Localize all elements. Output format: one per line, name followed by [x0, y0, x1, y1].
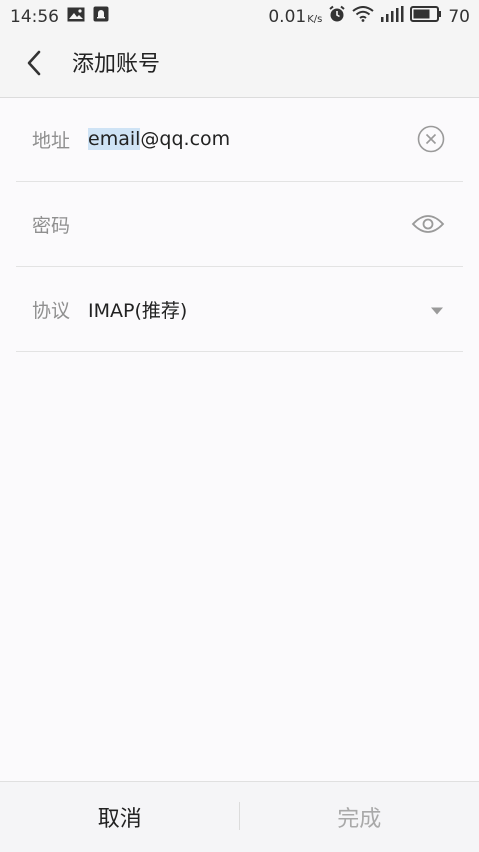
- status-time: 14:56: [10, 6, 59, 27]
- eye-icon[interactable]: [411, 213, 445, 235]
- battery-level: 70: [448, 6, 470, 27]
- page-title: 添加账号: [72, 52, 161, 77]
- dropdown-arrow-icon[interactable]: [431, 300, 443, 319]
- clear-icon[interactable]: [417, 125, 445, 153]
- address-row: 地址 email@qq.com: [16, 97, 463, 182]
- wifi-icon: [352, 6, 374, 27]
- protocol-label: 协议: [32, 299, 71, 322]
- cancel-button[interactable]: 取消: [0, 782, 240, 852]
- app-bar: 添加账号: [0, 33, 479, 98]
- password-row: 密码: [16, 182, 463, 267]
- footer-bar: 取消 完成: [0, 781, 479, 852]
- password-label: 密码: [32, 214, 71, 237]
- address-input[interactable]: email@qq.com: [88, 128, 230, 150]
- account-form: 地址 email@qq.com 密码 协议 IMAP(推荐): [16, 97, 463, 352]
- footer-divider: [239, 802, 240, 830]
- network-speed: 0.01K/s: [268, 6, 323, 27]
- back-button[interactable]: [16, 47, 52, 83]
- network-speed-unit: K/s: [307, 13, 323, 25]
- status-bar: 14:56 0.01K/s 70: [0, 0, 479, 33]
- address-rest-text: @qq.com: [140, 128, 231, 150]
- protocol-select[interactable]: IMAP(推荐): [88, 296, 187, 323]
- signal-icon: [380, 6, 404, 27]
- image-icon: [67, 7, 85, 27]
- alarm-icon: [328, 5, 346, 28]
- address-label: 地址: [32, 129, 71, 152]
- done-button[interactable]: 完成: [240, 782, 479, 852]
- notification-icon: [93, 6, 109, 27]
- battery-icon: [410, 6, 442, 27]
- address-selected-text: email: [88, 128, 141, 150]
- chevron-left-icon: [26, 50, 42, 80]
- protocol-row[interactable]: 协议 IMAP(推荐): [16, 267, 463, 352]
